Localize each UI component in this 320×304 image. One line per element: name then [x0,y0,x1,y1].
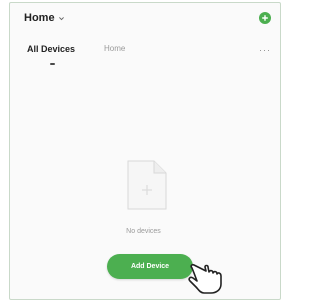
tab-all-devices[interactable]: All Devices [27,44,75,54]
more-icon[interactable]: ··· [259,45,271,55]
empty-file-icon [127,160,167,210]
add-device-label: Add Device [130,263,170,270]
chevron-down-icon [58,16,64,20]
plus-icon [262,15,268,21]
home-switcher-label: Home [24,12,55,24]
empty-state-message: No devices [126,228,161,235]
add-icon[interactable] [259,12,271,24]
add-device-button[interactable]: Add Device [107,254,193,279]
pointing-hand-icon [188,263,222,294]
active-tab-indicator [50,63,55,65]
tab-home[interactable]: Home [104,44,125,53]
home-switcher[interactable]: Home [24,12,65,24]
